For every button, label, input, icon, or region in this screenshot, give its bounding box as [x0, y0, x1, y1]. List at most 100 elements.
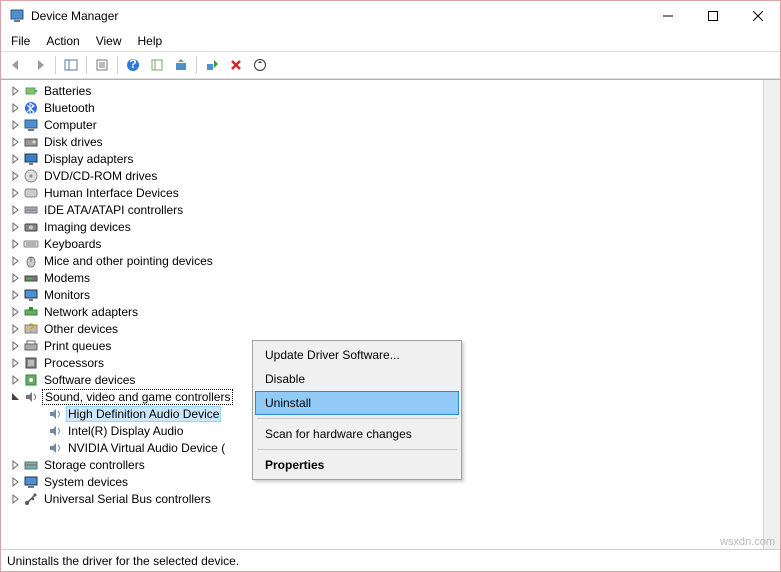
tree-category-usb[interactable]: Universal Serial Bus controllers [5, 490, 763, 507]
svg-text:?: ? [28, 321, 35, 335]
svg-text:?: ? [129, 58, 136, 71]
processors-icon [23, 355, 39, 371]
menu-action[interactable]: Action [46, 34, 79, 48]
vertical-scrollbar[interactable] [763, 80, 780, 549]
software-icon [23, 372, 39, 388]
menu-file[interactable]: File [11, 34, 30, 48]
ide-ata-icon [23, 202, 39, 218]
context-menu-properties[interactable]: Properties [255, 453, 459, 477]
tree-category-label: Sound, video and game controllers [42, 389, 233, 405]
system-icon [23, 474, 39, 490]
expand-arrow-icon[interactable] [9, 458, 23, 472]
expand-arrow-icon[interactable] [9, 322, 23, 336]
speaker-icon [47, 423, 63, 439]
tree-category-label: Bluetooth [42, 101, 97, 115]
properties-button[interactable] [91, 54, 113, 76]
bluetooth-icon [23, 100, 39, 116]
collapse-arrow-icon[interactable] [9, 390, 23, 404]
update-driver-button[interactable] [170, 54, 192, 76]
tree-category-modems[interactable]: Modems [5, 269, 763, 286]
maximize-button[interactable] [690, 1, 735, 31]
help-button[interactable]: ? [122, 54, 144, 76]
tree-category-keyboards[interactable]: Keyboards [5, 235, 763, 252]
tree-category-monitors[interactable]: Monitors [5, 286, 763, 303]
tree-category-label: DVD/CD-ROM drives [42, 169, 159, 183]
show-hide-console-button[interactable] [60, 54, 82, 76]
tree-category-label: Batteries [42, 84, 93, 98]
tree-category-label: Keyboards [42, 237, 103, 251]
tree-category-label: IDE ATA/ATAPI controllers [42, 203, 185, 217]
tree-category-display-adapters[interactable]: Display adapters [5, 150, 763, 167]
sound-icon [23, 389, 39, 405]
print-queues-icon [23, 338, 39, 354]
tree-category-batteries[interactable]: Batteries [5, 82, 763, 99]
expand-arrow-icon[interactable] [9, 475, 23, 489]
tree-category-other[interactable]: ?Other devices [5, 320, 763, 337]
expand-arrow-icon[interactable] [9, 220, 23, 234]
spacer [33, 424, 47, 438]
expand-arrow-icon[interactable] [9, 356, 23, 370]
tree-category-mice[interactable]: Mice and other pointing devices [5, 252, 763, 269]
window-buttons [645, 1, 780, 31]
toolbar-separator [196, 56, 197, 74]
tree-category-label: Modems [42, 271, 92, 285]
tree-category-imaging[interactable]: Imaging devices [5, 218, 763, 235]
tree-category-dvd-cd-rom[interactable]: DVD/CD-ROM drives [5, 167, 763, 184]
tree-category-label: Storage controllers [42, 458, 147, 472]
tree-category-computer[interactable]: Computer [5, 116, 763, 133]
expand-arrow-icon[interactable] [9, 305, 23, 319]
expand-arrow-icon[interactable] [9, 492, 23, 506]
uninstall-button[interactable] [225, 54, 247, 76]
expand-arrow-icon[interactable] [9, 288, 23, 302]
expand-arrow-icon[interactable] [9, 152, 23, 166]
tree-category-bluetooth[interactable]: Bluetooth [5, 99, 763, 116]
network-icon [23, 304, 39, 320]
tree-category-label: Processors [42, 356, 106, 370]
tree-category-ide-ata[interactable]: IDE ATA/ATAPI controllers [5, 201, 763, 218]
minimize-button[interactable] [645, 1, 690, 31]
usb-icon [23, 491, 39, 507]
expand-arrow-icon[interactable] [9, 118, 23, 132]
watermark: wsxdn.com [720, 536, 775, 548]
context-menu-scan[interactable]: Scan for hardware changes [255, 422, 459, 446]
expand-arrow-icon[interactable] [9, 339, 23, 353]
forward-button[interactable] [29, 54, 51, 76]
expand-arrow-icon[interactable] [9, 254, 23, 268]
spacer [33, 407, 47, 421]
expand-arrow-icon[interactable] [9, 237, 23, 251]
context-menu-disable[interactable]: Disable [255, 367, 459, 391]
expand-arrow-icon[interactable] [9, 271, 23, 285]
close-button[interactable] [735, 1, 780, 31]
enable-device-button[interactable] [201, 54, 223, 76]
statusbar: Uninstalls the driver for the selected d… [1, 549, 780, 571]
expand-arrow-icon[interactable] [9, 203, 23, 217]
expand-arrow-icon[interactable] [9, 169, 23, 183]
tree-device-label: NVIDIA Virtual Audio Device ( [66, 441, 227, 455]
tree-category-label: Imaging devices [42, 220, 133, 234]
expand-arrow-icon[interactable] [9, 373, 23, 387]
expand-arrow-icon[interactable] [9, 135, 23, 149]
expand-arrow-icon[interactable] [9, 84, 23, 98]
window-title: Device Manager [31, 9, 645, 23]
tree-category-network[interactable]: Network adapters [5, 303, 763, 320]
tree-category-label: Computer [42, 118, 99, 132]
menu-view[interactable]: View [96, 34, 122, 48]
spacer [33, 441, 47, 455]
computer-icon [23, 117, 39, 133]
menu-help[interactable]: Help [138, 34, 163, 48]
context-menu-separator [257, 418, 457, 419]
status-text: Uninstalls the driver for the selected d… [7, 554, 239, 568]
expand-arrow-icon[interactable] [9, 186, 23, 200]
back-button[interactable] [5, 54, 27, 76]
tree-category-label: Software devices [42, 373, 137, 387]
context-menu-update[interactable]: Update Driver Software... [255, 343, 459, 367]
context-menu-uninstall[interactable]: Uninstall [255, 391, 459, 415]
scan-hardware-button[interactable] [249, 54, 271, 76]
tree-category-label: Display adapters [42, 152, 135, 166]
action-button[interactable] [146, 54, 168, 76]
speaker-icon [47, 440, 63, 456]
context-menu: Update Driver Software...DisableUninstal… [252, 340, 462, 480]
tree-category-disk-drives[interactable]: Disk drives [5, 133, 763, 150]
tree-category-hid[interactable]: Human Interface Devices [5, 184, 763, 201]
expand-arrow-icon[interactable] [9, 101, 23, 115]
